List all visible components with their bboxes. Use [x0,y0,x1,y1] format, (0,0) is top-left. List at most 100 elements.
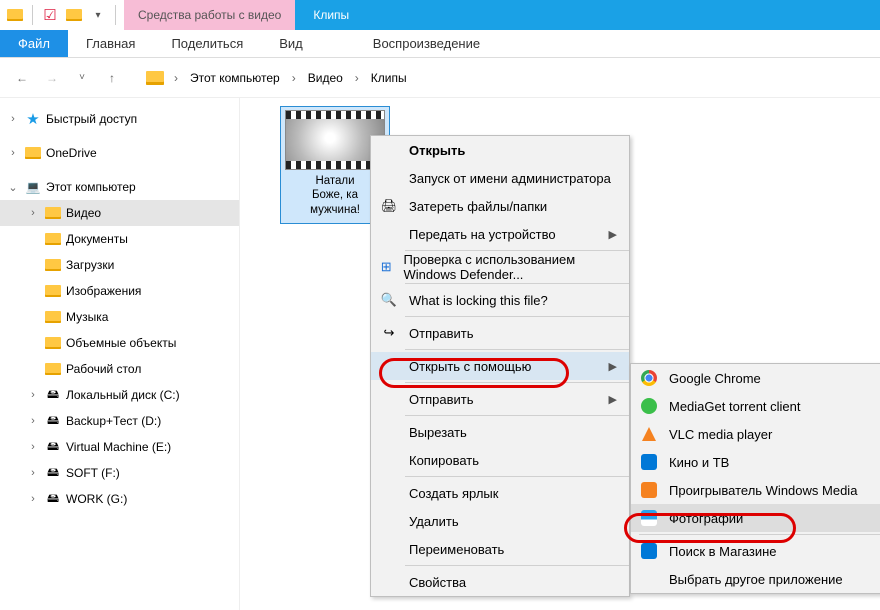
chevron-right-icon[interactable]: › [353,71,361,85]
open-with-submenu: Google Chrome MediaGet torrent client VL… [630,363,880,594]
window-title: Клипы [295,0,880,30]
ctx-copy[interactable]: Копировать [371,446,629,474]
customize-qat-button[interactable]: ▾ [89,6,107,24]
up-button[interactable]: ↑ [100,66,124,90]
tab-file[interactable]: Файл [0,30,68,57]
tree-label: Музыка [66,310,108,324]
ribbon-tabs: Файл Главная Поделиться Вид Воспроизведе… [0,30,880,58]
ctx-properties[interactable]: Свойства [371,568,629,596]
chevron-right-icon[interactable]: › [6,113,20,125]
tree-drive-g[interactable]: › 🖴 WORK (G:) [0,486,239,512]
tree-documents[interactable]: Документы [0,226,239,252]
separator-icon [405,250,629,251]
chevron-down-icon[interactable]: ⌄ [6,181,20,194]
videos-folder-icon [44,205,62,221]
movies-tv-icon [639,452,659,472]
tree-desktop[interactable]: Рабочий стол [0,356,239,382]
open-with-chrome[interactable]: Google Chrome [631,364,880,392]
photos-icon [639,508,659,528]
chevron-right-icon[interactable]: › [26,207,40,219]
chevron-right-icon[interactable]: › [26,467,40,479]
open-with-photos[interactable]: Фотографии [631,504,880,532]
context-menu: Открыть Запуск от имени администратора 🖨… [370,135,630,597]
breadcrumb-root[interactable]: Этот компьютер [186,69,284,87]
forward-button[interactable]: → [40,66,64,90]
ctx-delete[interactable]: Удалить [371,507,629,535]
tree-drive-c[interactable]: › 🖴 Локальный диск (C:) [0,382,239,408]
shield-icon: ⊞ [379,257,393,277]
breadcrumb-clips[interactable]: Клипы [367,69,411,87]
ctx-shortcut[interactable]: Создать ярлык [371,479,629,507]
pc-icon: 💻 [24,179,42,195]
cloud-folder-icon [24,145,42,161]
tab-home[interactable]: Главная [68,30,153,57]
tree-3d-objects[interactable]: Объемные объекты [0,330,239,356]
3d-folder-icon [44,335,62,351]
open-with-vlc[interactable]: VLC media player [631,420,880,448]
share-icon: ↪ [379,323,399,343]
app-icon [6,6,24,24]
ctx-locking[interactable]: 🔍What is locking this file? [371,286,629,314]
chevron-right-icon[interactable]: › [172,71,180,85]
tree-quick-access[interactable]: › ★ Быстрый доступ [0,106,239,132]
tab-view[interactable]: Вид [261,30,321,57]
ctx-cast[interactable]: Передать на устройство▶ [371,220,629,248]
open-with-movies-tv[interactable]: Кино и ТВ [631,448,880,476]
new-folder-button[interactable] [65,6,83,24]
tree-label: Видео [66,206,101,220]
ctx-erase[interactable]: 🖨Затереть файлы/папки [371,192,629,220]
contextual-tab-label: Средства работы с видео [124,0,295,30]
recent-locations-button[interactable]: ˅ [70,66,94,90]
chrome-icon [639,368,659,388]
music-folder-icon [44,309,62,325]
tree-pictures[interactable]: Изображения [0,278,239,304]
ctx-rename[interactable]: Переименовать [371,535,629,563]
open-with-choose-another[interactable]: Выбрать другое приложение [631,565,880,593]
open-with-store[interactable]: Поиск в Магазине [631,537,880,565]
tree-downloads[interactable]: Загрузки [0,252,239,278]
tree-label: OneDrive [46,146,97,160]
ctx-run-as-admin[interactable]: Запуск от имени администратора [371,164,629,192]
chevron-right-icon[interactable]: › [290,71,298,85]
tab-playback[interactable]: Воспроизведение [355,30,498,57]
open-with-mediaget[interactable]: MediaGet torrent client [631,392,880,420]
separator-icon [115,5,116,25]
breadcrumb-videos[interactable]: Видео [304,69,347,87]
chevron-right-icon[interactable]: › [26,415,40,427]
open-with-wmp[interactable]: Проигрыватель Windows Media [631,476,880,504]
back-button[interactable]: ← [10,66,34,90]
ctx-cut[interactable]: Вырезать [371,418,629,446]
star-icon: ★ [24,111,42,127]
properties-button[interactable]: ☑ [41,6,59,24]
chevron-right-icon[interactable]: › [26,493,40,505]
separator-icon [405,382,629,383]
ctx-open-with[interactable]: Открыть с помощью▶ [371,352,629,380]
separator-icon [32,5,33,25]
tree-label: WORK (G:) [66,492,127,506]
chevron-right-icon[interactable]: › [26,389,40,401]
ctx-defender[interactable]: ⊞Проверка с использованием Windows Defen… [371,253,629,281]
chevron-right-icon: ▶ [609,360,617,373]
tree-drive-f[interactable]: › 🖴 SOFT (F:) [0,460,239,486]
tree-onedrive[interactable]: › OneDrive [0,140,239,166]
ctx-open[interactable]: Открыть [371,136,629,164]
chevron-right-icon[interactable]: › [6,147,20,159]
tree-label: Объемные объекты [66,336,176,350]
chevron-right-icon: ▶ [609,393,617,406]
ctx-send[interactable]: Отправить▶ [371,385,629,413]
chevron-right-icon[interactable]: › [26,441,40,453]
tree-videos[interactable]: › Видео [0,200,239,226]
ctx-send-to[interactable]: ↪Отправить [371,319,629,347]
drive-icon: 🖴 [44,413,62,429]
tree-drive-d[interactable]: › 🖴 Backup+Тест (D:) [0,408,239,434]
search-icon: 🔍 [379,290,399,310]
tree-drive-e[interactable]: › 🖴 Virtual Machine (E:) [0,434,239,460]
drive-icon: 🖴 [44,465,62,481]
vlc-icon [639,424,659,444]
tree-music[interactable]: Музыка [0,304,239,330]
tab-share[interactable]: Поделиться [153,30,261,57]
drive-icon: 🖴 [44,491,62,507]
drive-icon: 🖴 [44,439,62,455]
tree-label: Virtual Machine (E:) [66,440,171,454]
tree-this-pc[interactable]: ⌄ 💻 Этот компьютер [0,174,239,200]
